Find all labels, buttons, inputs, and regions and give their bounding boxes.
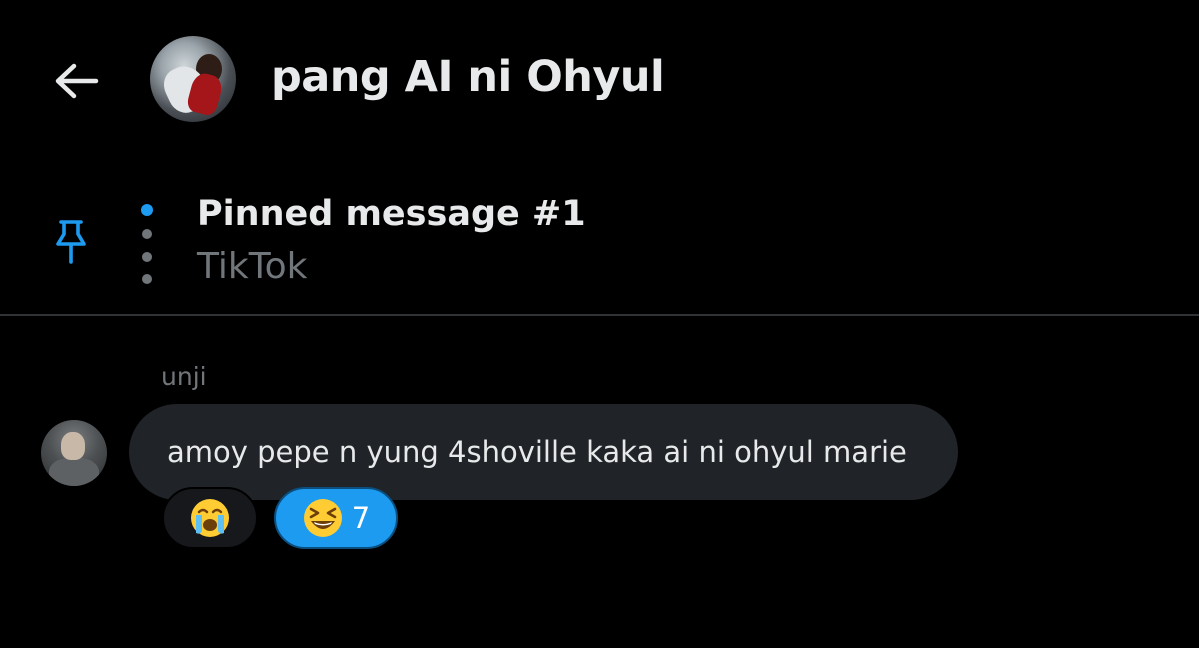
pinned-message-bar[interactable]: Pinned message #1 TikTok xyxy=(0,180,1199,312)
pin-icon xyxy=(56,220,86,264)
back-button[interactable] xyxy=(46,55,106,107)
pinned-pagination-dots xyxy=(140,202,154,292)
pinned-title: Pinned message #1 xyxy=(197,194,586,234)
sender-avatar[interactable] xyxy=(41,420,107,486)
reaction-count: 7 xyxy=(351,501,371,535)
pinned-subtitle: TikTok xyxy=(197,246,308,287)
sender-name: unji xyxy=(161,362,207,391)
divider xyxy=(0,314,1199,316)
chat-title[interactable]: pang AI ni Ohyul xyxy=(271,52,665,102)
loudly-crying-face-emoji xyxy=(191,499,229,537)
reaction-crying[interactable] xyxy=(162,487,258,549)
chat-screen: pang AI ni Ohyul Pinned message #1 TikTo… xyxy=(0,0,1199,648)
grinning-squinting-face-emoji xyxy=(303,499,342,537)
group-avatar[interactable] xyxy=(150,36,236,122)
message-text: amoy pepe n yung 4shoville kaka ai ni oh… xyxy=(167,435,907,469)
pinned-dot-active xyxy=(141,204,153,216)
reaction-laughing[interactable]: 7 xyxy=(274,487,398,549)
message-bubble[interactable]: amoy pepe n yung 4shoville kaka ai ni oh… xyxy=(129,404,958,500)
arrow-left-icon xyxy=(55,63,99,99)
pinned-dot xyxy=(142,274,152,284)
pinned-dot xyxy=(142,229,152,239)
chat-header: pang AI ni Ohyul xyxy=(0,0,1199,160)
pinned-dot xyxy=(142,252,152,262)
